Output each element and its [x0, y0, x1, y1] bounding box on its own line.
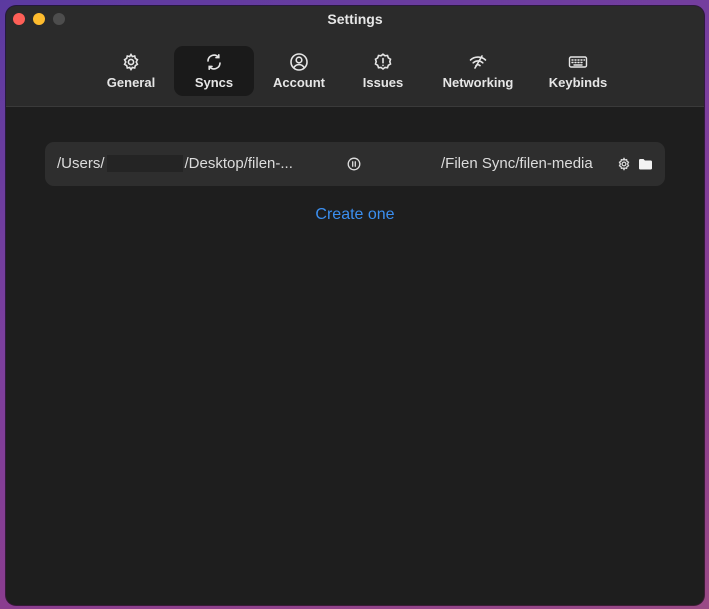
sync-pair-row[interactable]: /Users/ /Desktop/filen-... /Filen Sync/f… — [45, 142, 665, 186]
tab-keybinds[interactable]: Keybinds — [542, 46, 614, 96]
tab-label: Syncs — [194, 75, 234, 90]
local-path-prefix: /Users/ — [57, 155, 105, 172]
tab-networking[interactable]: Networking — [434, 46, 522, 96]
redacted-username — [106, 155, 183, 172]
tab-label: General — [106, 75, 156, 90]
local-path-suffix: /Desktop/filen-... — [184, 155, 293, 172]
tab-label: Issues — [362, 75, 404, 90]
tab-label: Keybinds — [548, 75, 608, 90]
folder-icon[interactable] — [638, 157, 653, 171]
create-sync-link[interactable]: Create one — [6, 206, 704, 224]
tab-syncs[interactable]: Syncs — [174, 46, 254, 96]
tab-issues[interactable]: Issues — [355, 46, 411, 96]
local-path: /Users/ /Desktop/filen-... — [57, 155, 293, 172]
tab-label: Account — [273, 75, 325, 90]
create-sync-link-text[interactable]: Create one — [315, 206, 394, 223]
window-title: Settings — [327, 11, 383, 27]
user-circle-icon — [289, 52, 309, 72]
sync-icon — [204, 52, 224, 72]
titlebar: Settings General Syncs Account Issues Ne… — [6, 6, 704, 107]
alert-badge-icon — [373, 52, 393, 72]
wifi-icon — [468, 52, 488, 72]
settings-tabs: General Syncs Account Issues Networking … — [6, 46, 704, 96]
gear-icon[interactable] — [617, 157, 631, 171]
tab-general[interactable]: General — [100, 46, 162, 96]
pause-icon[interactable] — [347, 157, 361, 171]
keyboard-icon — [568, 52, 588, 72]
settings-window: Settings General Syncs Account Issues Ne… — [6, 6, 704, 605]
gear-icon — [121, 52, 141, 72]
remote-path: /Filen Sync/filen-media — [441, 155, 593, 172]
tab-account[interactable]: Account — [265, 46, 333, 96]
tab-label: Networking — [442, 75, 514, 90]
